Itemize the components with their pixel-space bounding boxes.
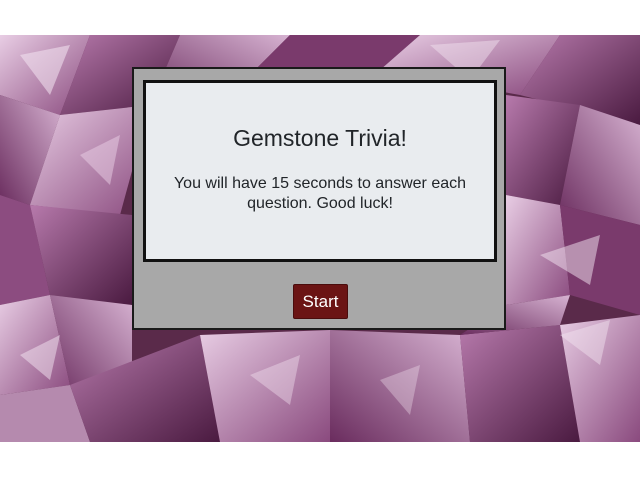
start-button[interactable]: Start — [293, 284, 348, 319]
game-instructions: You will have 15 seconds to answer each … — [173, 174, 467, 212]
game-panel: Gemstone Trivia! You will have 15 second… — [132, 67, 506, 330]
intro-card: Gemstone Trivia! You will have 15 second… — [143, 80, 497, 262]
game-title: Gemstone Trivia! — [233, 125, 407, 151]
